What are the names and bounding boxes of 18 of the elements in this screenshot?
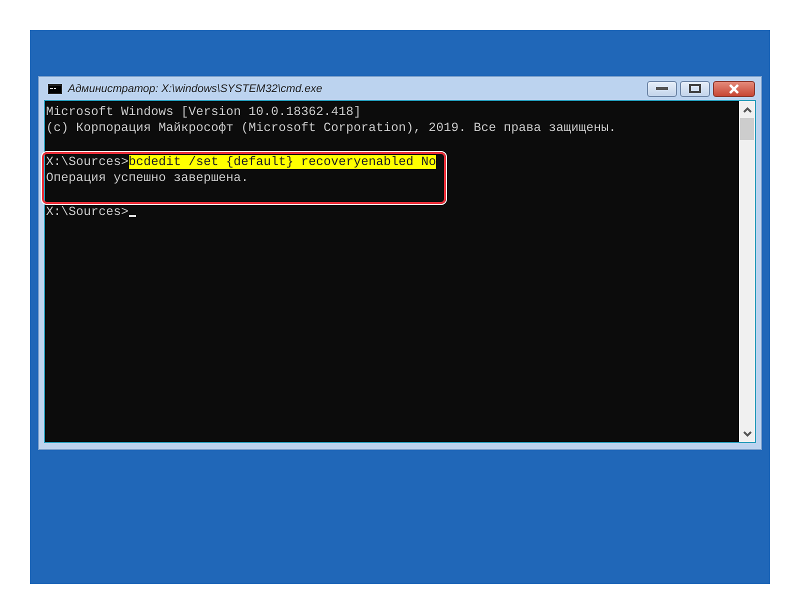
minimize-icon	[656, 86, 668, 90]
command-prompt: X:\Sources>	[46, 155, 129, 169]
scrollbar[interactable]	[739, 101, 755, 442]
maximize-icon	[689, 84, 701, 93]
scroll-down-icon[interactable]	[742, 430, 752, 436]
window-title: Администратор: X:\windows\SYSTEM32\cmd.exe	[68, 82, 324, 94]
maximize-button[interactable]	[680, 80, 710, 96]
command-prompt: X:\Sources>	[46, 205, 129, 219]
output-line: Microsoft Windows [Version 10.0.18362.418]	[46, 105, 362, 119]
scroll-up-icon[interactable]	[742, 106, 752, 112]
close-button[interactable]	[713, 80, 755, 96]
minimize-button[interactable]	[647, 80, 677, 96]
scroll-thumb[interactable]	[740, 118, 754, 140]
console-icon	[48, 84, 62, 94]
output-line: Операция успешно завершена.	[46, 171, 249, 185]
close-icon	[728, 84, 740, 94]
command-text: bcdedit /set {default} recoveryenabled No	[128, 155, 436, 169]
output-line: (c) Корпорация Майкрософт (Microsoft Corporation), 2019. Все права защищены.	[46, 121, 616, 135]
